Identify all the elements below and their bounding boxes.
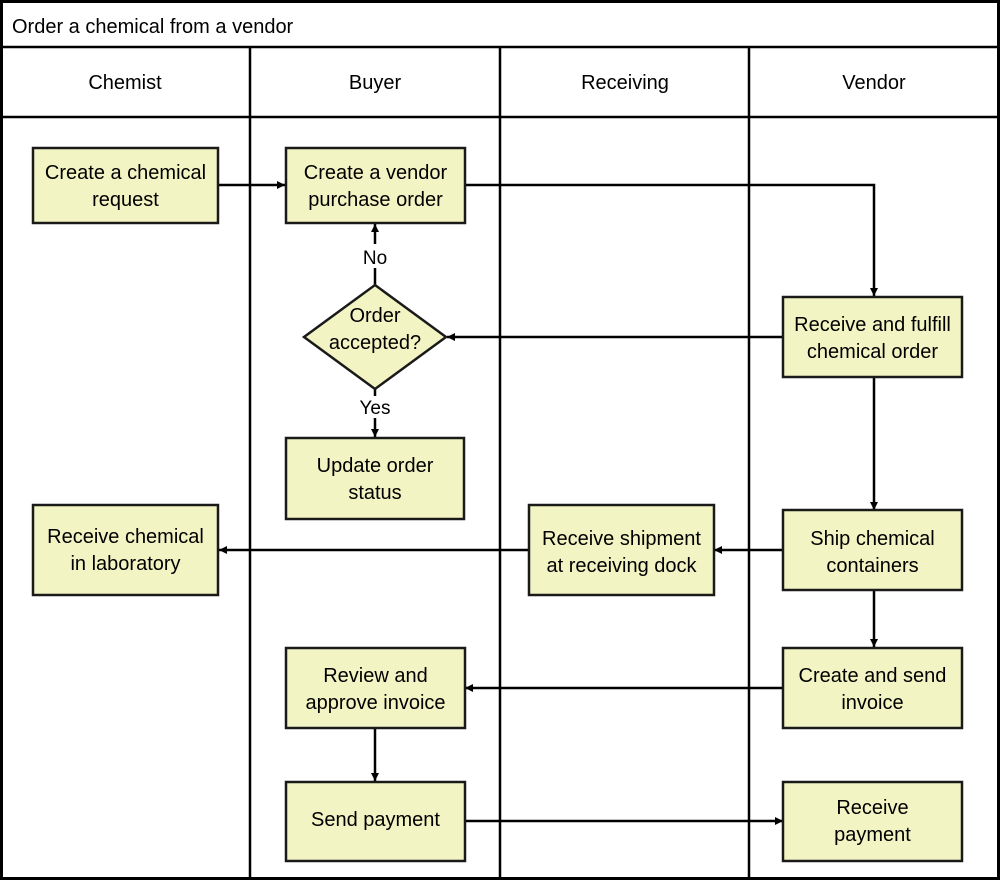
node-label: payment [834, 824, 911, 846]
node-label: status [348, 482, 401, 504]
lane-header-buyer: Buyer [349, 72, 402, 94]
edge-label-no: No [363, 248, 387, 269]
node-label: purchase order [308, 189, 443, 211]
node-create-vendor-po[interactable]: Create a vendor purchase order [284, 146, 467, 225]
node-label: Receive [836, 797, 908, 819]
node-label: Receive and fulfill [794, 314, 951, 336]
node-receive-fulfill-order[interactable]: Receive and fulfill chemical order [781, 295, 964, 379]
node-label: Order [349, 305, 400, 327]
swimlane-diagram: Order a chemical from a vendor Chemist B… [0, 0, 1000, 880]
node-label: Review and [323, 665, 428, 687]
lane-header-vendor: Vendor [842, 72, 906, 94]
node-label: Create a chemical [45, 162, 206, 184]
node-label: Create a vendor [304, 162, 448, 184]
lane-header-chemist: Chemist [88, 72, 162, 94]
node-label: chemical order [807, 341, 939, 363]
node-label: Create and send [799, 665, 947, 687]
node-receive-payment[interactable]: Receive payment [781, 780, 964, 863]
node-create-chemical-request[interactable]: Create a chemical request [31, 146, 220, 225]
node-label: request [92, 189, 159, 211]
node-label: at receiving dock [546, 555, 697, 577]
node-label: in laboratory [70, 553, 180, 575]
node-label: accepted? [329, 332, 421, 354]
node-ship-containers[interactable]: Ship chemical containers [781, 508, 964, 592]
lane-header-receiving: Receiving [581, 72, 669, 94]
node-label: Receive chemical [47, 526, 204, 548]
node-receive-chemical-lab[interactable]: Receive chemical in laboratory [31, 503, 220, 597]
node-create-send-invoice[interactable]: Create and send invoice [781, 646, 964, 730]
edge-label-yes: Yes [360, 398, 391, 419]
node-label: Update order [317, 455, 434, 477]
node-label: invoice [841, 692, 903, 714]
node-label: approve invoice [305, 692, 445, 714]
node-review-approve-invoice[interactable]: Review and approve invoice [284, 646, 467, 730]
node-label: Ship chemical [810, 528, 935, 550]
node-receive-shipment-dock[interactable]: Receive shipment at receiving dock [527, 503, 716, 597]
node-label: Send payment [311, 809, 440, 831]
node-update-order-status[interactable]: Update order status [284, 436, 466, 521]
node-label: containers [826, 555, 918, 577]
node-send-payment[interactable]: Send payment [284, 780, 467, 863]
diagram-title: Order a chemical from a vendor [12, 16, 294, 38]
node-label: Receive shipment [542, 528, 701, 550]
